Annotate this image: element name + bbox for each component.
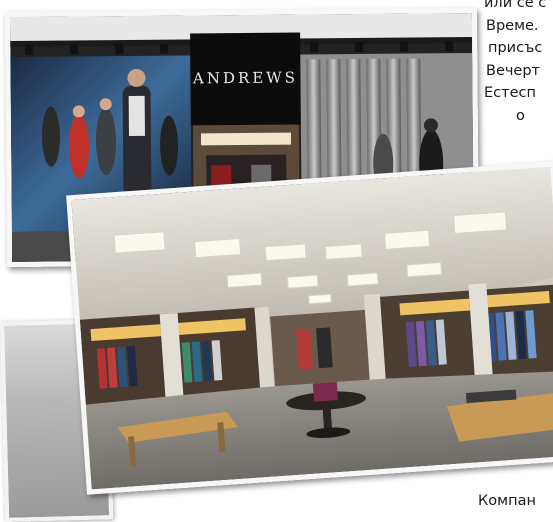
article-line: Вечерт bbox=[486, 62, 541, 79]
article-line: Естесп bbox=[484, 85, 536, 101]
article-line: присъс bbox=[488, 40, 543, 56]
interior-image bbox=[71, 166, 553, 490]
andrews-sign: ANDREWS bbox=[192, 69, 298, 88]
article-line: или се с bbox=[484, 0, 547, 11]
article-bottom-text: Компан bbox=[478, 493, 536, 509]
interior-photo bbox=[66, 161, 553, 495]
article-text: или се с Време. присъс Вечерт Естесп о bbox=[484, 0, 553, 127]
article-line: о bbox=[516, 107, 525, 124]
article-line: Време. bbox=[486, 17, 539, 34]
